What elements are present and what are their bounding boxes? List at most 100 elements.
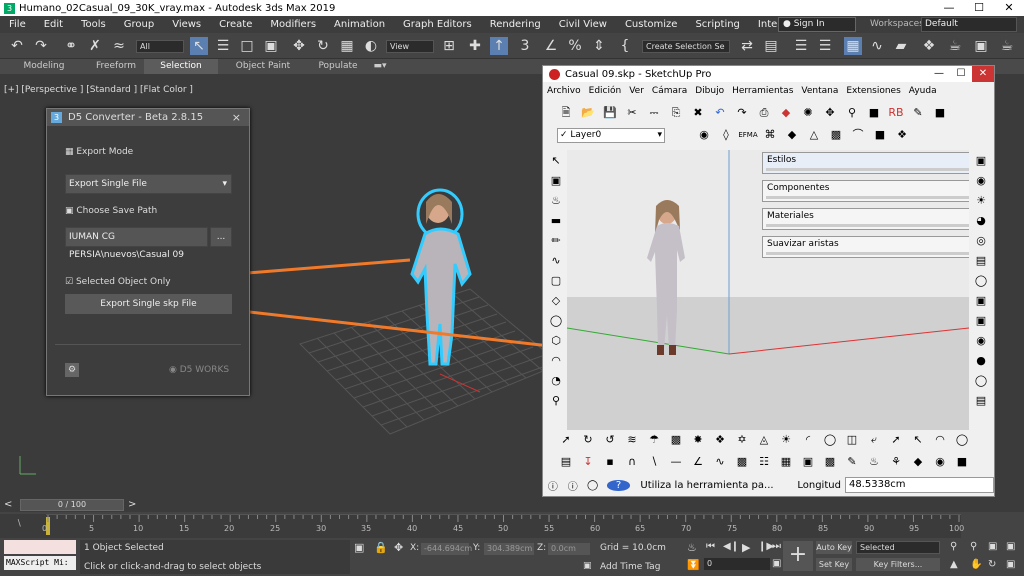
extension-icon[interactable]: RB bbox=[885, 103, 907, 123]
shape-icon[interactable]: ■ bbox=[869, 125, 891, 145]
tab-selection[interactable]: Selection bbox=[144, 59, 218, 74]
sandbox-icon[interactable]: ◫ bbox=[841, 430, 863, 450]
add-time-tag[interactable]: Add Time Tag bbox=[600, 562, 660, 572]
open-icon[interactable]: 📂 bbox=[577, 103, 599, 123]
wave-icon[interactable]: ∿ bbox=[709, 452, 731, 472]
light-icon[interactable]: ◎ bbox=[971, 234, 991, 254]
sk-menu-dibujo[interactable]: Dibujo bbox=[691, 84, 728, 99]
sketchup-minimize-button[interactable]: — bbox=[928, 66, 950, 82]
sketchup-close-button[interactable]: ✕ bbox=[972, 66, 994, 82]
monitor-icon[interactable]: ▣ bbox=[971, 154, 991, 174]
rectangle-icon[interactable]: ▢ bbox=[547, 274, 565, 294]
new-file-icon[interactable]: 🗎 bbox=[555, 103, 577, 123]
pan-icon[interactable]: ✥ bbox=[819, 103, 841, 123]
walk-icon[interactable]: ◆ bbox=[781, 125, 803, 145]
x-coordinate[interactable]: -644.694cm bbox=[421, 543, 472, 555]
curve-editor-icon[interactable]: ∿ bbox=[868, 37, 886, 55]
sk-menu-herramientas[interactable]: Herramientas bbox=[728, 84, 797, 99]
select-move-icon[interactable]: ✥ bbox=[290, 37, 308, 55]
bulb-icon[interactable]: ◯ bbox=[971, 374, 991, 394]
circle-icon[interactable]: ◯ bbox=[547, 314, 565, 334]
isolate-icon[interactable]: ▣ bbox=[354, 541, 364, 554]
set-key-button[interactable]: Set Key bbox=[816, 558, 852, 571]
spline-icon[interactable]: ↖ bbox=[907, 430, 929, 450]
maximize-button[interactable]: ☐ bbox=[964, 0, 994, 16]
render-icon[interactable]: ▣ bbox=[971, 294, 991, 314]
position-camera-icon[interactable]: ⌘ bbox=[759, 125, 781, 145]
tape-icon[interactable]: ⚲ bbox=[547, 394, 565, 414]
export-mode-select[interactable]: Export Single File ▾ bbox=[65, 174, 232, 194]
freehand-icon[interactable]: ∿ bbox=[547, 254, 565, 274]
help-icon[interactable]: ? bbox=[606, 479, 631, 491]
render-production-icon[interactable]: ☕ bbox=[998, 37, 1016, 55]
extension-tool-icon[interactable]: ⚘ bbox=[885, 452, 907, 472]
time-config-icon[interactable]: ▣ bbox=[772, 558, 781, 569]
bezier-icon[interactable]: ➚ bbox=[885, 430, 907, 450]
material-editor-icon[interactable]: ❖ bbox=[920, 37, 938, 55]
browse-button[interactable]: ... bbox=[210, 227, 232, 247]
push-pull-icon[interactable]: ➚ bbox=[555, 430, 577, 450]
selected-only-checkbox[interactable]: ☑ bbox=[65, 277, 76, 287]
zoom-icon[interactable]: ⚲ bbox=[841, 103, 863, 123]
pie-icon[interactable]: ◔ bbox=[547, 374, 565, 394]
paste-icon[interactable]: ⎘ bbox=[665, 103, 687, 123]
fence-icon[interactable]: ☷ bbox=[753, 452, 775, 472]
time-slider[interactable]: 0 / 100 bbox=[20, 499, 124, 511]
erase-icon[interactable]: ✖ bbox=[687, 103, 709, 123]
sketchup-viewport[interactable]: Estilosx Componentesx Materialesx Suaviz… bbox=[567, 150, 969, 430]
orbit-view-icon[interactable]: ↻ bbox=[988, 559, 996, 570]
tape-measure-icon[interactable]: ❖ bbox=[709, 430, 731, 450]
stairs-icon[interactable]: ▤ bbox=[555, 452, 577, 472]
rotated-rect-icon[interactable]: ◇ bbox=[547, 294, 565, 314]
current-frame-input[interactable]: 0 bbox=[704, 558, 770, 570]
save-path-input[interactable]: IUMAN CG PERSIA\nuevos\Casual 09 bbox=[65, 227, 208, 260]
sketchup-maximize-button[interactable]: ☐ bbox=[950, 66, 972, 82]
ribbon-options-icon[interactable]: ▬▾ bbox=[368, 59, 392, 74]
brush-icon[interactable]: ✎ bbox=[841, 452, 863, 472]
menu-create[interactable]: Create bbox=[210, 19, 261, 30]
paint-bucket-icon[interactable]: ♨ bbox=[547, 194, 565, 214]
arch-icon[interactable]: ∩ bbox=[621, 452, 643, 472]
close-button[interactable]: ✕ bbox=[994, 0, 1024, 16]
soften-edges-panel[interactable]: Suavizar aristasx bbox=[762, 236, 969, 258]
mirror-icon[interactable]: ⇄ bbox=[738, 37, 756, 55]
tab-populate[interactable]: Populate bbox=[308, 59, 368, 74]
menu-customize[interactable]: Customize bbox=[616, 19, 687, 30]
geo-icon[interactable]: ⓘ bbox=[543, 478, 563, 493]
select-by-name-icon[interactable]: ☰ bbox=[214, 37, 232, 55]
d5-close-button[interactable]: × bbox=[232, 111, 241, 124]
link-icon[interactable]: ⚭ bbox=[62, 37, 80, 55]
polygon-icon[interactable]: ⬡ bbox=[547, 334, 565, 354]
drop-icon[interactable]: ↧ bbox=[577, 452, 599, 472]
undo-icon[interactable]: ↶ bbox=[8, 37, 26, 55]
shape-tool-icon[interactable]: ■ bbox=[951, 452, 973, 472]
redo-icon[interactable]: ↷ bbox=[731, 103, 753, 123]
arc-icon[interactable]: ◠ bbox=[547, 354, 565, 374]
menu-group[interactable]: Group bbox=[115, 19, 163, 30]
arc-icon[interactable]: ⌒ bbox=[847, 125, 869, 145]
efma-icon[interactable]: EFMA bbox=[737, 125, 759, 145]
track-bar[interactable]: 0 5 10 15 20 25 30 35 40 45 50 55 60 65 … bbox=[42, 514, 964, 538]
shadow-icon[interactable]: ◉ bbox=[971, 174, 991, 194]
sk-menu-ayuda[interactable]: Ayuda bbox=[905, 84, 941, 99]
section-icon[interactable]: △ bbox=[803, 125, 825, 145]
layer-explorer-icon[interactable]: ☰ bbox=[792, 37, 810, 55]
select-object-icon[interactable]: ↖ bbox=[190, 37, 208, 55]
slope-icon[interactable]: ∖ bbox=[643, 452, 665, 472]
rendered-frame-icon[interactable]: ▣ bbox=[972, 37, 990, 55]
cube-icon[interactable]: ▩ bbox=[819, 452, 841, 472]
protractor-icon[interactable]: ◬ bbox=[753, 430, 775, 450]
dots-icon[interactable]: ▪ bbox=[599, 452, 621, 472]
follow-me-icon[interactable]: ↻ bbox=[577, 430, 599, 450]
maxscript-mini[interactable]: MAXScript Mi: bbox=[4, 556, 76, 570]
sphere-icon[interactable]: ● bbox=[971, 354, 991, 374]
placement-icon[interactable]: ◐ bbox=[362, 37, 380, 55]
credits-icon[interactable]: ⓘ bbox=[563, 478, 583, 493]
sk-menu-ver[interactable]: Ver bbox=[625, 84, 648, 99]
zoom-extents-all-icon[interactable]: ▣ bbox=[1006, 541, 1015, 552]
eraser-icon[interactable]: ▬ bbox=[547, 214, 565, 234]
unlink-icon[interactable]: ✗ bbox=[86, 37, 104, 55]
sk-menu-camara[interactable]: Cámara bbox=[648, 84, 691, 99]
copy-icon[interactable]: ⎓ bbox=[643, 103, 665, 123]
selection-filter-dropdown[interactable]: All bbox=[136, 40, 184, 53]
